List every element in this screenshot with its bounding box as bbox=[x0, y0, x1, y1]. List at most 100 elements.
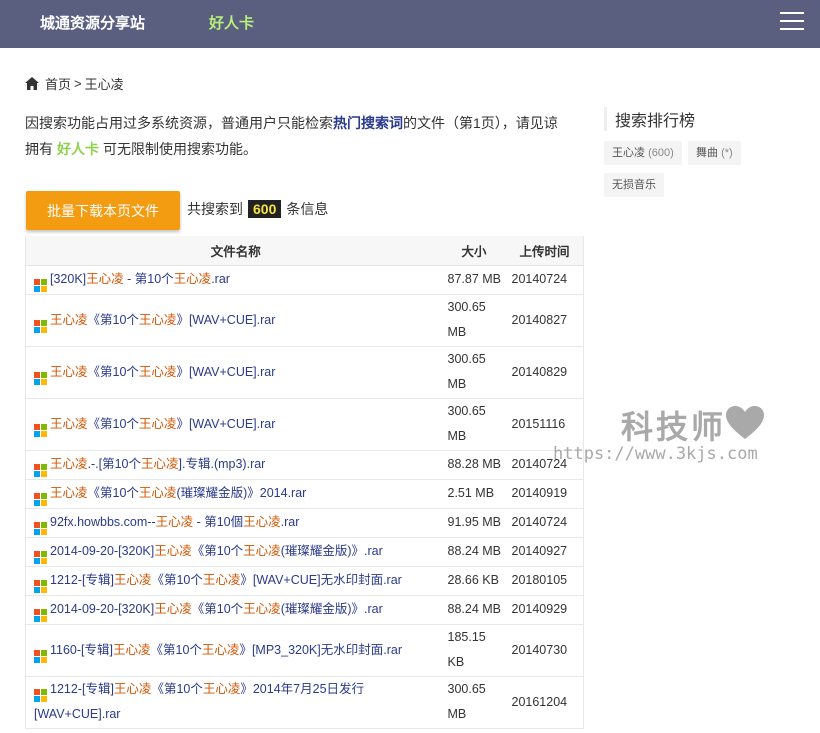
file-size-cell: 300.65 MB bbox=[445, 398, 510, 451]
rank-tag-1[interactable]: 舞曲 (*) bbox=[688, 141, 741, 165]
file-size-cell: 88.28 MB bbox=[445, 450, 510, 480]
file-size-cell: 300.65 MB bbox=[445, 294, 510, 347]
hot-search-link[interactable]: 热门搜索词 bbox=[333, 115, 403, 131]
file-name-text: 《第10个 bbox=[191, 602, 244, 616]
good-card-link[interactable]: 好人卡 bbox=[209, 12, 254, 33]
file-name-cell: 2014-09-20-[320K]王心凌《第10个王心凌(璀璨耀金版)》.rar bbox=[25, 537, 446, 567]
home-icon bbox=[25, 77, 39, 90]
keyword-highlight: 王心凌 bbox=[155, 515, 194, 529]
file-link[interactable]: 王心凌.-.[第10个王心凌].专辑.(mp3).rar bbox=[50, 457, 265, 471]
keyword-highlight: 王心凌 bbox=[113, 682, 152, 696]
table-row: [320K]王心凌 - 第10个王心凌.rar 87.87 MB 20140724 bbox=[25, 265, 584, 295]
file-name-text: 《第10个 bbox=[191, 544, 244, 558]
file-name-cell: 1212-[专辑]王心凌《第10个王心凌》[WAV+CUE]无水印封面.rar bbox=[25, 566, 446, 596]
notice-card-link[interactable]: 好人卡 bbox=[57, 141, 99, 157]
col-header-size: 大小 bbox=[445, 236, 510, 266]
file-name-text: 》[WAV+CUE].rar bbox=[176, 364, 276, 379]
upload-date-cell: 20140827 bbox=[509, 294, 584, 347]
file-link[interactable]: 92fx.howbbs.com--王心凌 - 第10個王心凌.rar bbox=[50, 515, 299, 529]
file-name-cell: 王心凌.-.[第10个王心凌].专辑.(mp3).rar bbox=[25, 450, 446, 480]
keyword-highlight: 王心凌 bbox=[243, 602, 281, 616]
file-name-text: 2014-09-20-[320K] bbox=[50, 544, 155, 558]
upload-date-cell: 20140929 bbox=[509, 595, 584, 625]
file-link[interactable]: 2014-09-20-[320K]王心凌《第10个王心凌(璀璨耀金版)》.rar bbox=[50, 544, 383, 558]
file-name-text: 《第10个 bbox=[150, 642, 202, 657]
watermark-text: 科技师 bbox=[621, 409, 727, 445]
file-name-text: 92fx.howbbs.com-- bbox=[50, 515, 156, 529]
file-name-text: (璀璨耀金版)》.rar bbox=[280, 544, 383, 558]
notice-text-3: 拥有 bbox=[25, 141, 53, 157]
upload-date-cell: 20161204 bbox=[509, 676, 584, 729]
breadcrumb-separator: > bbox=[74, 76, 82, 91]
file-name-cell: 2014-09-20-[320K]王心凌《第10个王心凌(璀璨耀金版)》.rar bbox=[25, 595, 446, 625]
file-link[interactable]: 王心凌《第10个王心凌(璀璨耀金版)》2014.rar bbox=[50, 486, 306, 500]
keyword-highlight: 王心凌 bbox=[154, 544, 192, 558]
file-name-text: 《第10个 bbox=[87, 312, 139, 327]
rank-tag-label: 王心凌 bbox=[612, 147, 645, 159]
file-name-text: ].专辑.(mp3).rar bbox=[178, 457, 266, 471]
windows-file-icon bbox=[34, 580, 47, 593]
upload-date-cell: 20140927 bbox=[509, 537, 584, 567]
file-size-cell: 88.24 MB bbox=[445, 595, 510, 625]
rank-tag-count: (600) bbox=[648, 147, 674, 159]
file-name-text: 《第10个 bbox=[151, 573, 203, 587]
keyword-highlight: 王心凌 bbox=[154, 602, 192, 616]
rank-tag-count: (*) bbox=[721, 147, 733, 159]
hamburger-menu-icon[interactable] bbox=[780, 12, 804, 32]
file-size-cell: 300.65 MB bbox=[445, 676, 510, 729]
keyword-highlight: 王心凌 bbox=[141, 457, 179, 471]
col-header-date: 上传时间 bbox=[509, 236, 584, 266]
windows-file-icon bbox=[34, 493, 47, 506]
file-name-text: 《第10个 bbox=[87, 364, 139, 379]
rank-tag-2[interactable]: 无损音乐 bbox=[604, 173, 664, 197]
windows-file-icon bbox=[34, 464, 47, 477]
rank-tag-label: 无损音乐 bbox=[612, 179, 656, 191]
bulk-download-button[interactable]: 批量下载本页文件 bbox=[26, 191, 180, 230]
file-name-text: 《第10个 bbox=[87, 486, 139, 500]
site-title-link[interactable]: 城通资源分享站 bbox=[40, 12, 145, 33]
table-row: 1160-[专辑]王心凌《第10个王心凌》[MP3_320K]无水印封面.rar… bbox=[25, 624, 584, 677]
table-row: 2014-09-20-[320K]王心凌《第10个王心凌(璀璨耀金版)》.rar… bbox=[25, 595, 584, 625]
windows-file-icon bbox=[34, 522, 47, 535]
result-count-badge: 600 bbox=[248, 200, 282, 218]
upload-date-cell: 20140730 bbox=[509, 624, 584, 677]
keyword-highlight: 王心凌 bbox=[138, 416, 177, 431]
file-name-text: .-.[第10个 bbox=[87, 457, 142, 471]
table-row: 2014-09-20-[320K]王心凌《第10个王心凌(璀璨耀金版)》.rar… bbox=[25, 537, 584, 567]
file-link[interactable]: 王心凌《第10个王心凌》[WAV+CUE].rar bbox=[50, 417, 275, 431]
upload-date-cell: 20140724 bbox=[509, 508, 584, 538]
file-link[interactable]: 1212-[专辑]王心凌《第10个王心凌》[WAV+CUE]无水印封面.rar bbox=[50, 573, 402, 587]
windows-file-icon bbox=[34, 609, 47, 622]
windows-file-icon bbox=[34, 423, 47, 437]
table-row: 1212-[专辑]王心凌《第10个王心凌》[WAV+CUE]无水印封面.rar 2… bbox=[25, 566, 584, 596]
table-row: 王心凌《第10个王心凌(璀璨耀金版)》2014.rar 2.51 MB 201409… bbox=[25, 479, 584, 509]
rank-tag-label: 舞曲 bbox=[696, 147, 718, 159]
file-name-cell: 王心凌《第10个王心凌》[WAV+CUE].rar bbox=[25, 398, 446, 451]
file-size-cell: 300.65 MB bbox=[445, 346, 510, 399]
file-link[interactable]: 2014-09-20-[320K]王心凌《第10个王心凌(璀璨耀金版)》.rar bbox=[50, 602, 383, 616]
file-link[interactable]: 1212-[专辑]王心凌《第10个王心凌》2014年7月25日发行 [WAV+C… bbox=[34, 682, 364, 721]
rank-tag-0[interactable]: 王心凌 (600) bbox=[604, 141, 682, 165]
windows-file-icon bbox=[34, 689, 47, 702]
keyword-highlight: 王心凌 bbox=[138, 312, 177, 327]
file-link[interactable]: 1160-[专辑]王心凌《第10个王心凌》[MP3_320K]无水印封面.rar bbox=[50, 643, 402, 657]
table-row: 1212-[专辑]王心凌《第10个王心凌》2014年7月25日发行 [WAV+C… bbox=[25, 676, 584, 729]
file-table: 文件名称 大小 上传时间 [320K]王心凌 - 第10个王心凌.rar 87.8… bbox=[25, 236, 584, 729]
file-link[interactable]: [320K]王心凌 - 第10个王心凌.rar bbox=[50, 272, 230, 286]
ranking-title: 搜索排行榜 bbox=[604, 107, 695, 131]
file-link[interactable]: 王心凌《第10个王心凌》[WAV+CUE].rar bbox=[50, 313, 275, 327]
search-notice: 因搜索功能占用过多系统资源，普通用户只能检索热门搜索词的文件（第1页），请见谅 … bbox=[25, 110, 585, 162]
notice-text-2: 的文件（第1页），请见谅 bbox=[403, 115, 558, 131]
file-name-text: 》[WAV+CUE].rar bbox=[176, 416, 276, 431]
file-size-cell: 88.24 MB bbox=[445, 537, 510, 567]
file-name-cell: 92fx.howbbs.com--王心凌 - 第10個王心凌.rar bbox=[25, 508, 446, 538]
file-name-cell: 1160-[专辑]王心凌《第10个王心凌》[MP3_320K]无水印封面.rar bbox=[25, 624, 446, 677]
keyword-highlight: 王心凌 bbox=[173, 272, 212, 286]
file-name-text: 《第10个 bbox=[87, 416, 139, 431]
keyword-highlight: 王心凌 bbox=[243, 544, 281, 558]
upload-date-cell: 20140919 bbox=[509, 479, 584, 509]
breadcrumb-home-link[interactable]: 首页 bbox=[45, 74, 71, 93]
file-name-cell: 王心凌《第10个王心凌》[WAV+CUE].rar bbox=[25, 294, 446, 347]
table-row: 92fx.howbbs.com--王心凌 - 第10個王心凌.rar 91.95 … bbox=[25, 508, 584, 538]
file-link[interactable]: 王心凌《第10个王心凌》[WAV+CUE].rar bbox=[50, 365, 275, 379]
